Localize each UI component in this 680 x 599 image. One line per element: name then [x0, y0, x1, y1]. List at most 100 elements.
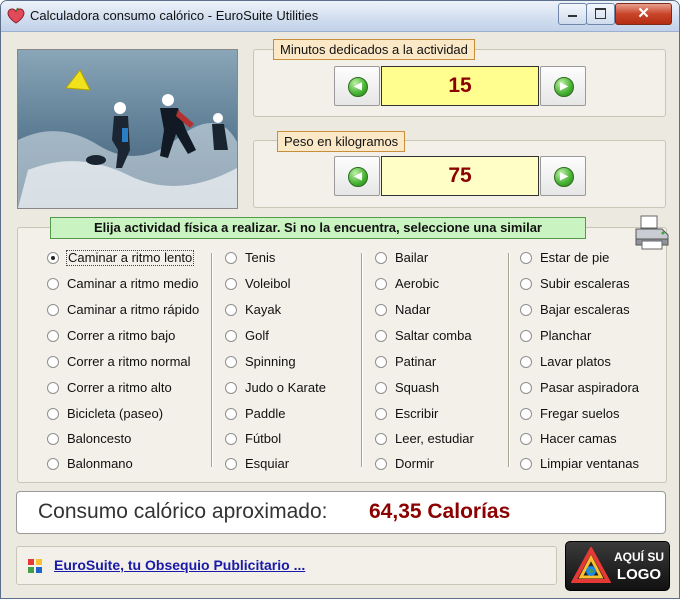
weight-value[interactable]: 75: [381, 156, 539, 196]
activity-option-label: Subir escaleras: [540, 276, 630, 291]
minutes-increase-button[interactable]: ▶: [540, 66, 586, 106]
radio-button[interactable]: [47, 330, 59, 342]
title-bar: Calculadora consumo calórico - EuroSuite…: [1, 1, 679, 32]
activity-option-label: Lavar platos: [540, 354, 611, 369]
activity-option-label: Estar de pie: [540, 250, 610, 265]
activity-option-label: Squash: [395, 380, 440, 395]
radio-button[interactable]: [225, 408, 237, 420]
activity-option-label: Fregar suelos: [540, 406, 620, 421]
activity-option-label: Saltar comba: [395, 328, 472, 343]
logo-line2: LOGO: [616, 566, 662, 583]
column-separator: [211, 253, 213, 467]
radio-button[interactable]: [47, 433, 59, 445]
radio-button[interactable]: [520, 278, 532, 290]
radio-button[interactable]: [225, 433, 237, 445]
radio-button[interactable]: [47, 382, 59, 394]
activity-option-label: Paddle: [245, 406, 286, 421]
activity-option-label: Caminar a ritmo rápido: [67, 302, 200, 317]
arrow-left-icon: ◀: [348, 167, 368, 187]
app-window: Calculadora consumo calórico - EuroSuite…: [0, 0, 680, 599]
column-separator: [508, 253, 510, 467]
radio-button[interactable]: [47, 278, 59, 290]
activity-option-label: Voleibol: [245, 276, 291, 291]
activity-option-label: Judo o Karate: [245, 380, 326, 395]
radio-button[interactable]: [47, 408, 59, 420]
radio-button[interactable]: [375, 458, 387, 470]
activity-option-label: Hacer camas: [540, 431, 617, 446]
radio-button[interactable]: [225, 330, 237, 342]
arrow-left-icon: ◀: [348, 77, 368, 97]
radio-button[interactable]: [47, 458, 59, 470]
activity-option-label: Limpiar ventanas: [540, 456, 639, 471]
activity-option-label: Bicicleta (paseo): [67, 406, 164, 421]
weight-increase-button[interactable]: ▶: [540, 156, 586, 196]
activity-option-label: Aerobic: [395, 276, 440, 291]
activity-option-label: Tenis: [245, 250, 276, 265]
minutes-label: Minutos dedicados a la actividad: [273, 39, 475, 60]
radio-button[interactable]: [520, 458, 532, 470]
radio-button[interactable]: [47, 304, 59, 316]
radio-button[interactable]: [375, 382, 387, 394]
minimize-icon: [568, 15, 577, 17]
activity-option-label: Planchar: [540, 328, 592, 343]
printer-icon[interactable]: [632, 213, 670, 251]
radio-button[interactable]: [375, 408, 387, 420]
radio-button[interactable]: [520, 330, 532, 342]
radio-button[interactable]: [225, 252, 237, 264]
logo-text: AQUÍ SU LOGO: [612, 549, 666, 583]
radio-button[interactable]: [520, 408, 532, 420]
radio-button[interactable]: [375, 252, 387, 264]
radio-button[interactable]: [47, 252, 59, 264]
radio-button[interactable]: [520, 304, 532, 316]
logo-button[interactable]: AQUÍ SU LOGO: [565, 541, 670, 591]
activity-option-label: Bailar: [395, 250, 429, 265]
radio-button[interactable]: [520, 252, 532, 264]
radio-button[interactable]: [375, 433, 387, 445]
activity-option-label: Caminar a ritmo medio: [67, 276, 199, 291]
activity-option-label: Leer, estudiar: [395, 431, 474, 446]
maximize-icon: [595, 8, 606, 19]
close-icon: ✕: [637, 5, 650, 22]
activity-header: Elija actividad física a realizar. Si no…: [50, 217, 586, 239]
activity-option-label: Dormir: [395, 456, 434, 471]
activity-option-label: Kayak: [245, 302, 282, 317]
activity-option-label: Baloncesto: [67, 431, 132, 446]
radio-button[interactable]: [47, 356, 59, 368]
radio-button[interactable]: [520, 356, 532, 368]
activity-option-label: Correr a ritmo normal: [67, 354, 191, 369]
radio-button[interactable]: [225, 304, 237, 316]
activity-option-label: Esquiar: [245, 456, 290, 471]
radio-button[interactable]: [225, 356, 237, 368]
radio-button[interactable]: [225, 458, 237, 470]
radio-button[interactable]: [225, 382, 237, 394]
activity-option-label: Pasar aspiradora: [540, 380, 639, 395]
arrow-right-icon: ▶: [554, 77, 574, 97]
activity-option-label: Patinar: [395, 354, 437, 369]
logo-emblem-icon: [571, 547, 611, 583]
eurosuite-icon: [28, 559, 42, 573]
weight-label: Peso en kilogramos: [277, 131, 406, 152]
eurosuite-link[interactable]: EuroSuite, tu Obsequio Publicitario ...: [54, 557, 305, 573]
arrow-right-icon: ▶: [554, 167, 574, 187]
radio-button[interactable]: [225, 278, 237, 290]
minutes-value[interactable]: 15: [381, 66, 539, 106]
footer-panel: EuroSuite, tu Obsequio Publicitario ...: [16, 546, 557, 585]
radio-button[interactable]: [375, 278, 387, 290]
activity-option-label: Spinning: [245, 354, 296, 369]
activity-option-label: Balonmano: [67, 456, 133, 471]
weight-decrease-button[interactable]: ◀: [334, 156, 380, 196]
triathlon-photo: [17, 49, 238, 209]
activity-option-label: Fútbol: [245, 431, 282, 446]
result-label: Consumo calórico aproximado:: [38, 500, 328, 523]
close-button[interactable]: ✕: [615, 3, 672, 25]
maximize-button[interactable]: [586, 3, 615, 25]
window-title: Calculadora consumo calórico - EuroSuite…: [30, 8, 319, 23]
radio-button[interactable]: [375, 356, 387, 368]
minutes-decrease-button[interactable]: ◀: [334, 66, 380, 106]
radio-button[interactable]: [375, 304, 387, 316]
activity-option-label: Golf: [245, 328, 269, 343]
radio-button[interactable]: [520, 382, 532, 394]
minimize-button[interactable]: [558, 3, 587, 25]
radio-button[interactable]: [375, 330, 387, 342]
radio-button[interactable]: [520, 433, 532, 445]
